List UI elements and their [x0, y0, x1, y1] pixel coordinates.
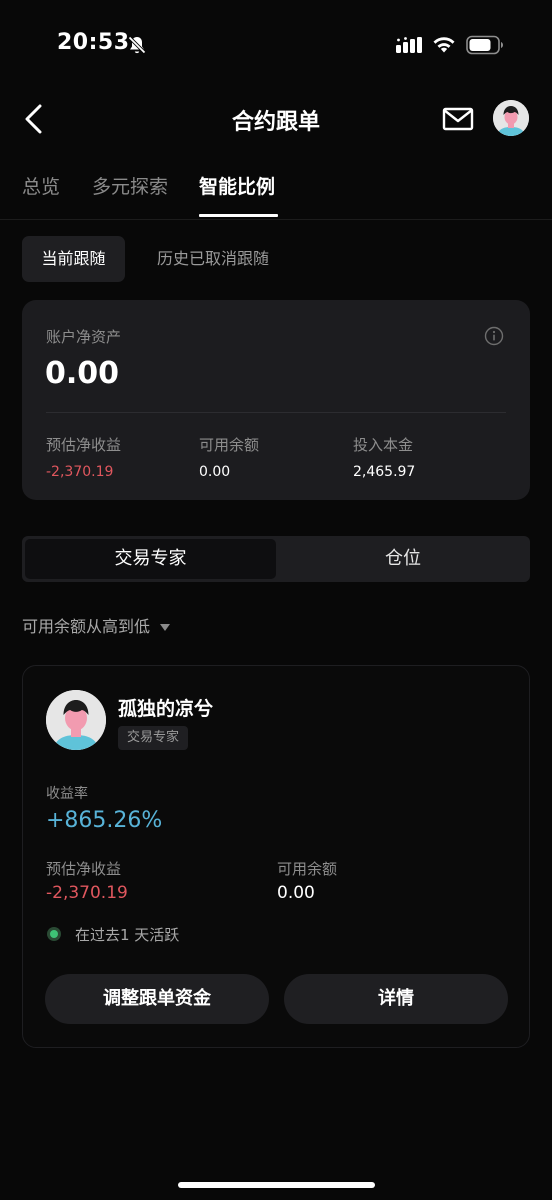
status-bar: 20:53 — [0, 0, 552, 90]
tab-explore[interactable]: 多元探索 — [92, 172, 168, 199]
stat-available-balance: 可用余额 0.00 — [199, 434, 259, 480]
trader-balance-value: 0.00 — [277, 883, 315, 903]
status-time: 20:53 — [57, 30, 130, 55]
info-icon[interactable] — [484, 326, 504, 346]
wifi-icon — [433, 37, 455, 53]
bell-off-icon — [127, 35, 147, 55]
activity-status: 在过去1 天活跃 — [75, 926, 180, 944]
sub-tab-current[interactable]: 当前跟随 — [22, 236, 125, 282]
sort-caret-icon — [160, 624, 171, 631]
nav-bar: 合约跟单 — [0, 94, 552, 144]
stat-invested-principal: 投入本金 2,465.97 — [353, 434, 415, 480]
stat-value: 2,465.97 — [353, 464, 416, 480]
tab-smart-ratio[interactable]: 智能比例 — [199, 172, 275, 199]
battery-icon — [466, 35, 503, 55]
signal-icon — [396, 37, 422, 53]
user-avatar[interactable] — [493, 100, 529, 136]
divider — [46, 412, 506, 413]
trader-card: 孤独的凉兮 交易专家 收益率 +865.26% 预估净收益 -2,370.19 … — [22, 665, 530, 1048]
trader-balance-label: 可用余额 — [277, 860, 338, 878]
stat-label: 投入本金 — [353, 436, 414, 454]
active-tab-indicator — [199, 214, 278, 217]
roi-label: 收益率 — [46, 786, 88, 802]
mail-icon[interactable] — [442, 106, 474, 132]
account-equity-value: 0.00 — [45, 356, 120, 391]
sort-dropdown[interactable]: 可用余额从高到低 — [22, 613, 171, 637]
stat-label: 可用余额 — [199, 436, 260, 454]
stat-value: 0.00 — [199, 464, 231, 480]
main-tabs: 总览 多元探索 智能比例 — [0, 158, 552, 220]
account-summary-card: 账户净资产 0.00 预估净收益 -2,370.19 可用余额 0.00 投入本… — [22, 300, 530, 500]
stat-value: -2,370.19 — [46, 464, 114, 480]
account-equity-label: 账户净资产 — [46, 328, 122, 346]
segment-traders[interactable]: 交易专家 — [25, 539, 276, 579]
stat-estimated-pnl: 预估净收益 -2,370.19 — [46, 434, 121, 480]
tab-overview[interactable]: 总览 — [22, 172, 60, 199]
sub-tab-history[interactable]: 历史已取消跟随 — [157, 236, 269, 282]
details-button[interactable]: 详情 — [284, 974, 508, 1024]
stat-label: 预估净收益 — [46, 436, 122, 454]
trader-pnl-label: 预估净收益 — [46, 860, 122, 878]
trader-pnl-value: -2,370.19 — [46, 883, 128, 903]
roi-value: +865.26% — [46, 808, 163, 833]
sort-label: 可用余额从高到低 — [22, 617, 151, 636]
home-indicator — [178, 1182, 375, 1188]
active-status-icon — [47, 927, 61, 941]
trader-role-badge: 交易专家 — [118, 726, 189, 750]
segment-positions[interactable]: 仓位 — [276, 539, 530, 579]
adjust-funds-button[interactable]: 调整跟单资金 — [45, 974, 269, 1024]
back-arrow-icon[interactable] — [20, 102, 50, 136]
trader-name[interactable]: 孤独的凉兮 — [118, 694, 213, 721]
segment-control: 交易专家 仓位 — [22, 536, 530, 582]
trader-avatar[interactable] — [46, 690, 106, 750]
